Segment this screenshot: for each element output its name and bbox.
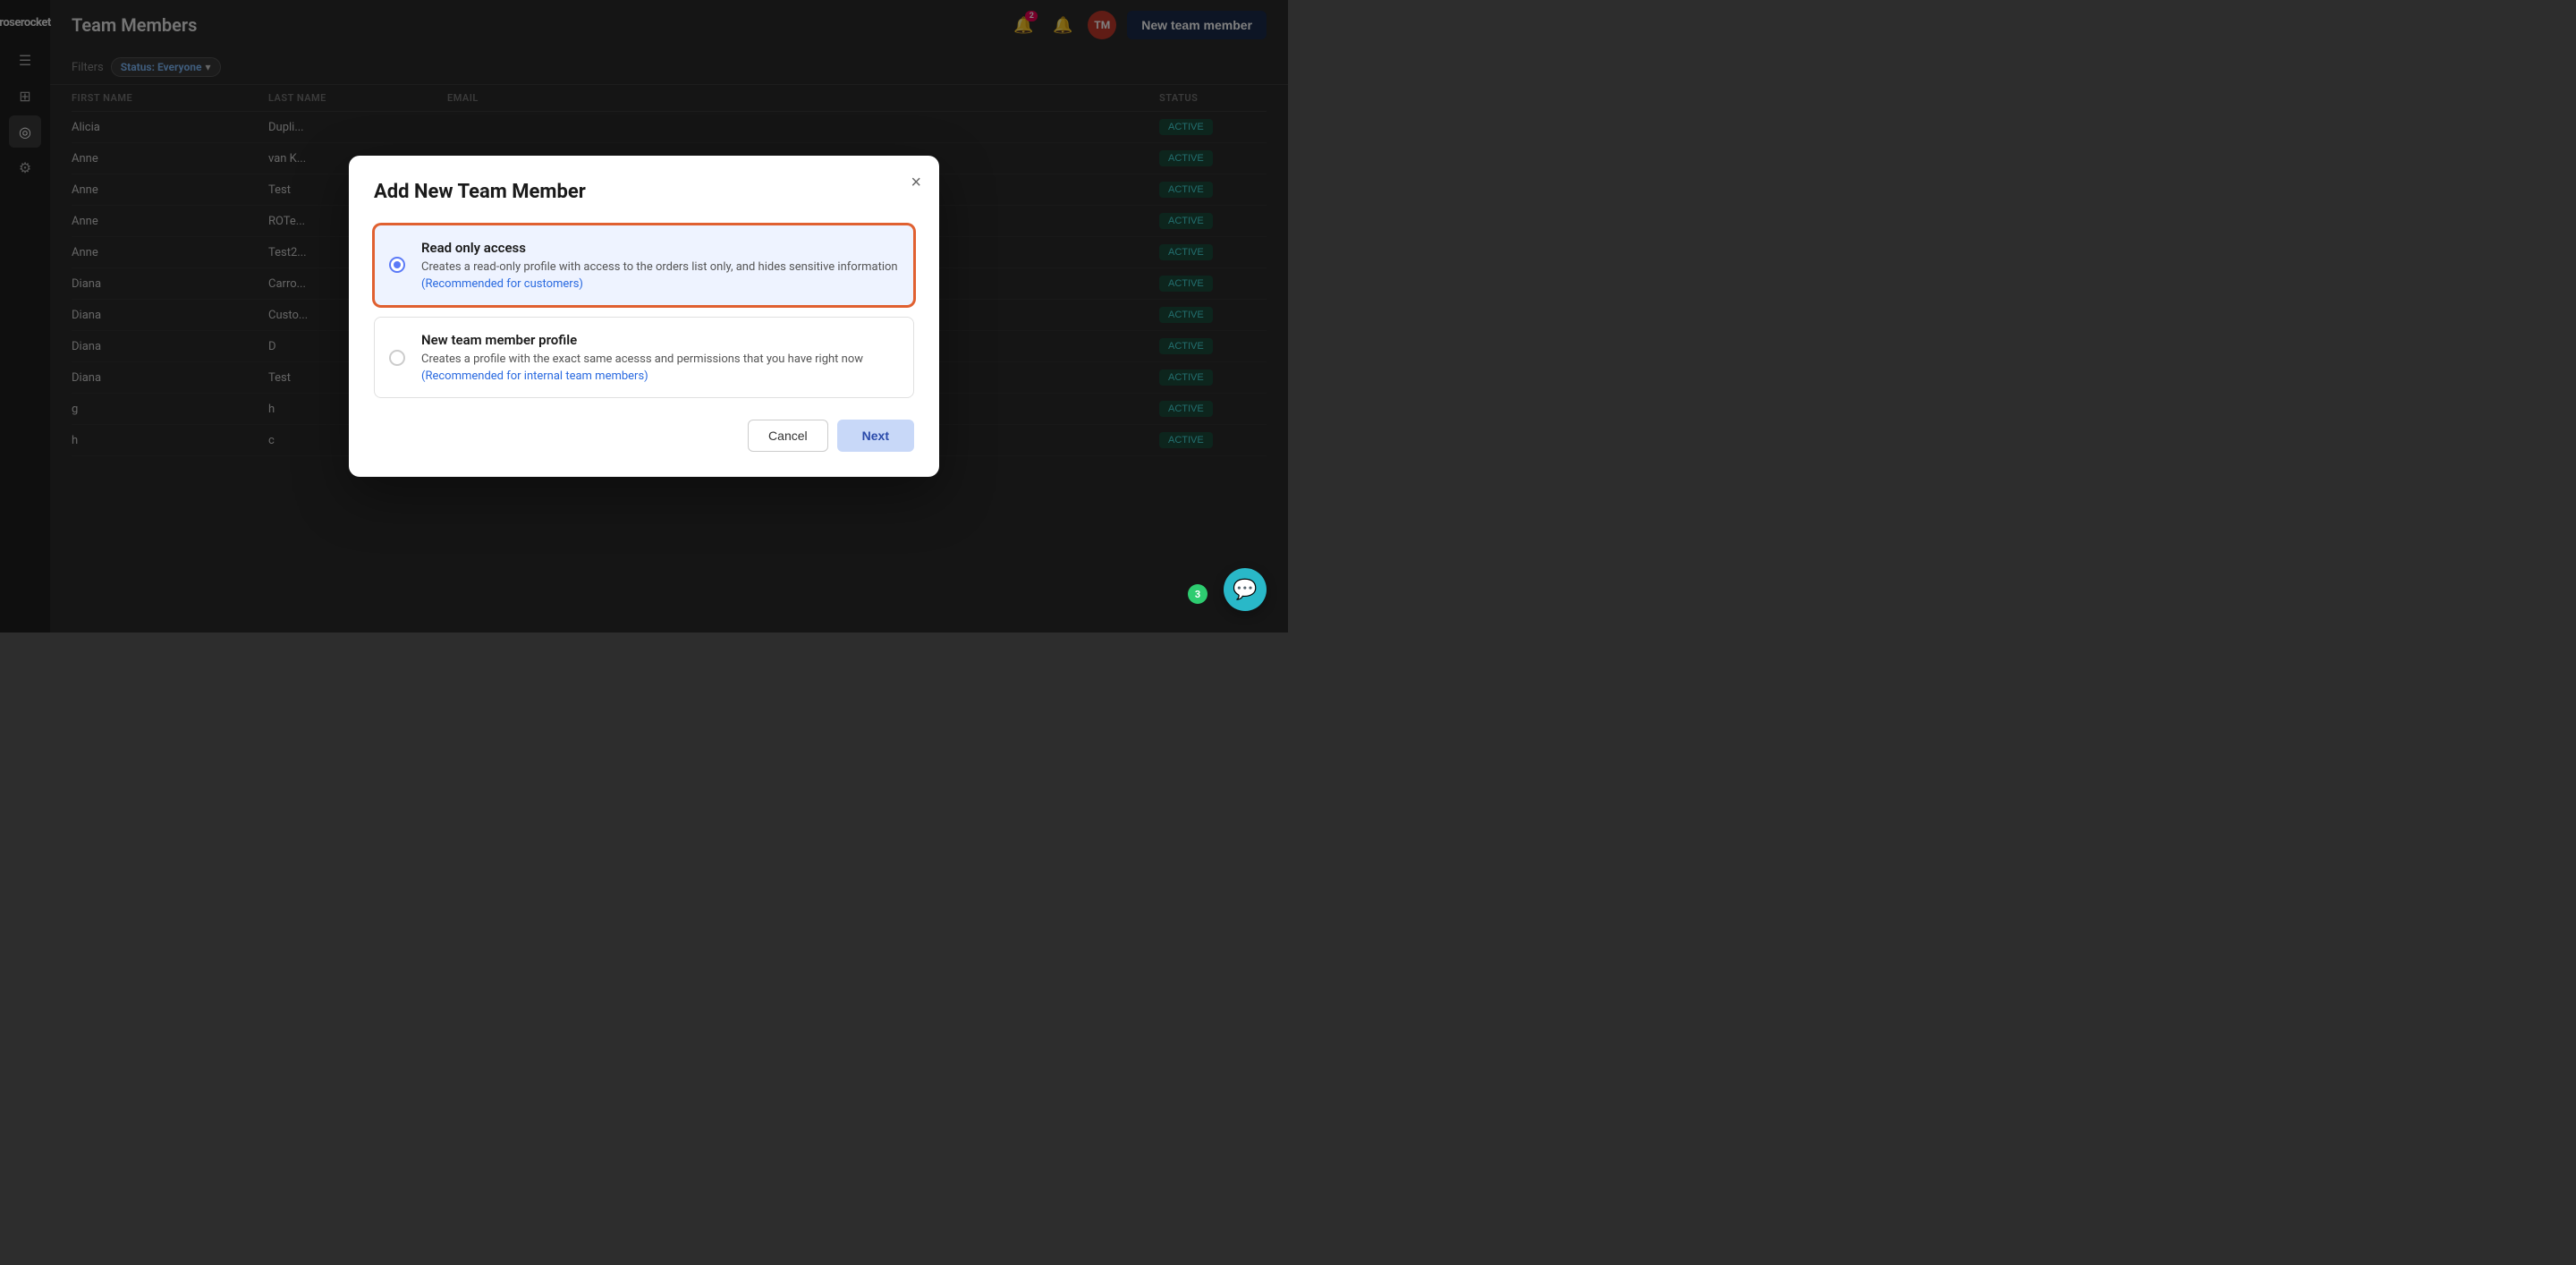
modal-overlay[interactable]: Add New Team Member × Read only access C…: [0, 0, 1288, 632]
new-member-option-recommendation: (Recommended for internal team members): [421, 369, 899, 383]
next-button[interactable]: Next: [837, 420, 914, 452]
add-team-member-modal: Add New Team Member × Read only access C…: [349, 156, 939, 477]
new-member-option-card[interactable]: New team member profile Creates a profil…: [374, 317, 914, 398]
read-only-radio[interactable]: [389, 257, 405, 273]
cancel-button[interactable]: Cancel: [748, 420, 828, 452]
modal-close-button[interactable]: ×: [911, 174, 921, 191]
read-only-option-title: Read only access: [421, 240, 899, 256]
modal-title: Add New Team Member: [374, 181, 914, 203]
chat-support-button[interactable]: 💬: [1224, 568, 1267, 611]
new-member-radio[interactable]: [389, 350, 405, 366]
read-only-option-recommendation: (Recommended for customers): [421, 277, 899, 291]
chat-icon: 💬: [1233, 579, 1257, 601]
new-member-option-title: New team member profile: [421, 332, 899, 348]
chat-notification-count: 3: [1188, 584, 1208, 604]
read-only-option-card[interactable]: Read only access Creates a read-only pro…: [374, 225, 914, 306]
read-only-option-description: Creates a read-only profile with access …: [421, 259, 899, 276]
modal-footer: Cancel Next: [374, 420, 914, 452]
new-member-option-description: Creates a profile with the exact same ac…: [421, 352, 899, 368]
